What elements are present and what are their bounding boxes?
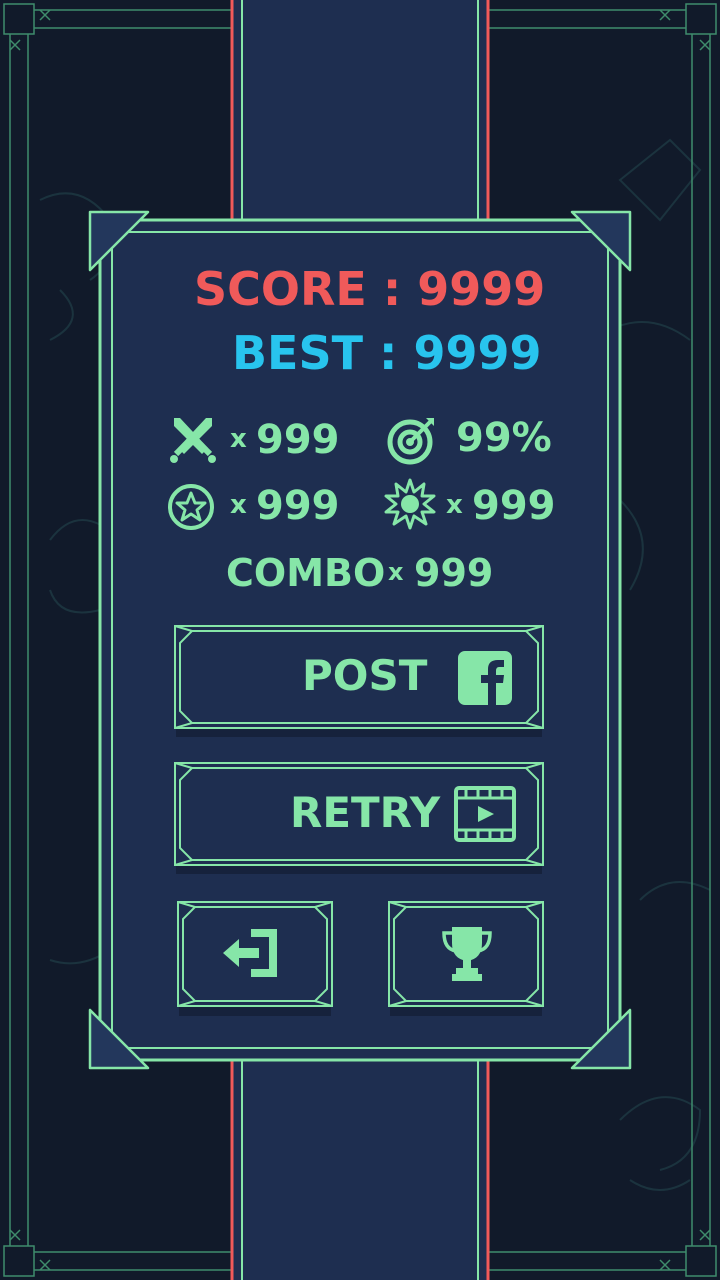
kills-value: 999 [256,417,340,463]
explosion-icon [384,478,436,530]
explosions-multiplier: x [446,490,463,520]
score-value: 9999 [417,262,546,316]
exit-icon [223,929,277,977]
post-button-label: POST [302,651,428,700]
score-separator: : [382,262,402,316]
best-label: BEST [232,326,363,380]
video-play-icon [454,786,516,842]
explosions-value: 999 [472,483,556,529]
accuracy-value: 99% [456,415,552,461]
crossed-swords-icon [170,418,216,463]
post-button[interactable]: POST [174,625,544,737]
best-row: BEST : 9999 [232,330,541,376]
target-arrow-icon [387,418,434,465]
star-badge-icon [168,484,214,530]
combo-multiplier: x [388,558,404,586]
score-row: SCORE : 9999 [194,266,545,312]
retry-button-label: RETRY [290,788,441,837]
score-label: SCORE [194,262,367,316]
result-panel: SCORE : 9999 BEST : 9999 x 999 99% x 999… [88,210,632,1070]
exit-button[interactable] [177,901,333,1016]
stars-multiplier: x [230,490,247,520]
best-value: 9999 [413,326,542,380]
kills-multiplier: x [230,424,247,454]
best-separator: : [379,326,398,380]
leaderboard-button[interactable] [388,901,544,1016]
combo-value: 999 [414,551,494,595]
retry-button[interactable]: RETRY [174,762,544,874]
facebook-icon [458,651,512,705]
stars-value: 999 [256,483,340,529]
combo-label: COMBO [226,551,386,595]
trophy-icon [442,927,492,981]
